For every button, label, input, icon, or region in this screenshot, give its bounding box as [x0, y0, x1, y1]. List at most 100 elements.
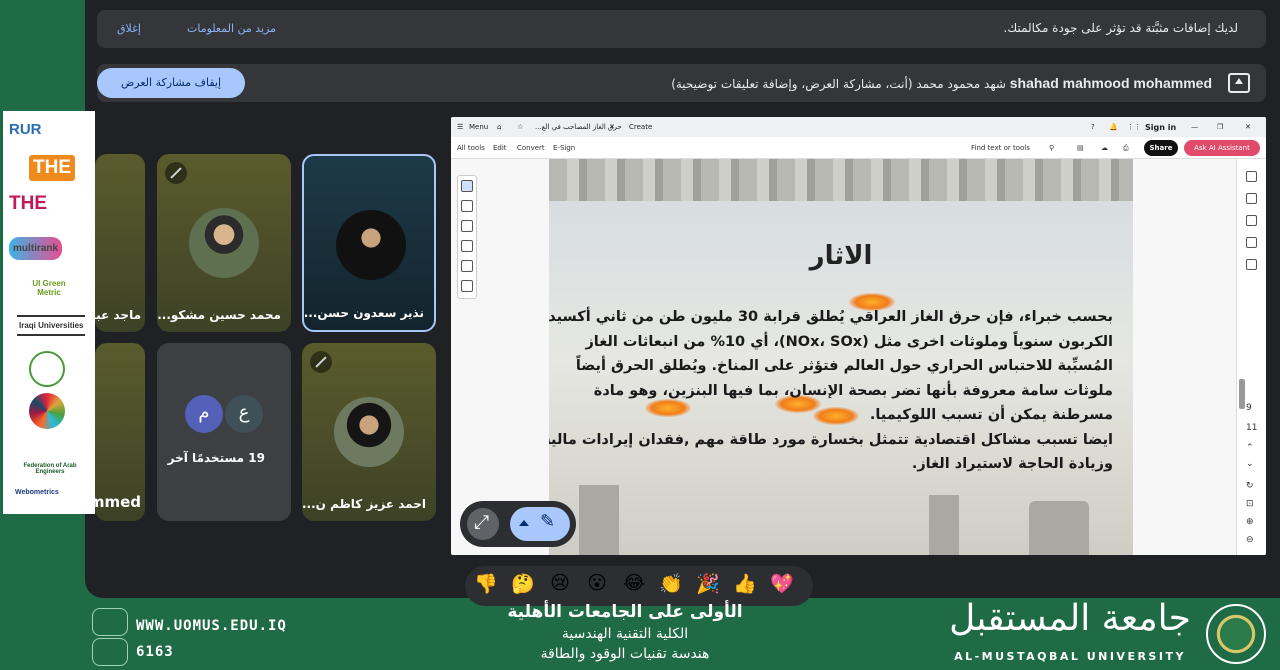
- page-total: 11: [1246, 423, 1258, 433]
- pen-icon[interactable]: [461, 220, 473, 232]
- university-name-english: AL-MUSTAQBAL UNIVERSITY: [954, 650, 1186, 663]
- save-icon[interactable]: ⊡: [1246, 499, 1254, 509]
- expand-icon[interactable]: [467, 508, 499, 540]
- participant-initial-circle: م: [185, 395, 223, 433]
- slide-body-text: بحسب خبراء، فإن حرق الغاز العراقي يُطلق …: [549, 305, 1113, 477]
- slide-line: ملوثات سامة معروفة بأنها تضر بصحة الإنسا…: [593, 382, 1113, 399]
- apps-grid-icon[interactable]: ⋮⋮: [1127, 123, 1141, 131]
- ai-assistant-button[interactable]: Ask AI Assistant: [1184, 140, 1260, 156]
- draw-icon[interactable]: [461, 240, 473, 252]
- select-cursor-icon[interactable]: [461, 180, 473, 192]
- share-button[interactable]: Share: [1144, 140, 1178, 156]
- thumbs-down-reaction[interactable]: 👎: [473, 572, 499, 595]
- participant-name: نذير سعدون حسن...: [303, 306, 424, 320]
- star-icon[interactable]: ☆: [517, 123, 523, 131]
- minimize-icon[interactable]: —: [1191, 123, 1198, 131]
- refresh-icon[interactable]: ↻: [1246, 481, 1254, 491]
- window-close-icon[interactable]: ✕: [1245, 123, 1251, 131]
- arab-engineers-logo: Federation of Arab Engineers: [23, 463, 77, 475]
- webometrics-logo: Webometrics: [15, 489, 59, 496]
- presenting-bar: shahad mahmood mohammed شهد محمود محمد (…: [97, 64, 1266, 102]
- rur-logo: RUR: [9, 121, 42, 138]
- scrollbar-thumb[interactable]: [1239, 379, 1245, 409]
- avatar: [334, 397, 404, 467]
- chevron-up-icon[interactable]: ⌃: [1246, 443, 1254, 453]
- edit-tab[interactable]: Edit: [493, 144, 507, 152]
- meet-window: لديك إضافات مثبَّتة قد تؤثر على جودة مكا…: [85, 0, 1280, 606]
- presenter-info: shahad mahmood mohammed شهد محمود محمد (…: [671, 75, 1212, 91]
- website-text: WWW.UOMUS.EDU.IQ: [136, 618, 287, 634]
- department-name: هندسة تقنيات الوقود والطاقة: [540, 646, 710, 662]
- shared-screen: ☰ Menu ⌂ ☆ حرق الغاز المصاحب في الع... ✕…: [451, 117, 1266, 555]
- university-footer: WWW.UOMUS.EDU.IQ 6163 الأولى على الجامعا…: [0, 598, 1280, 670]
- all-tools-tab[interactable]: All tools: [457, 144, 485, 152]
- zoom-out-icon[interactable]: ⊖: [1246, 535, 1254, 545]
- crying-reaction[interactable]: 😢: [547, 572, 573, 594]
- party-reaction[interactable]: 🎉: [695, 572, 721, 595]
- help-icon[interactable]: ?: [1091, 123, 1095, 131]
- bell-icon[interactable]: 🔔: [1109, 123, 1118, 131]
- slide: الاثار بحسب خبراء، فإن حرق الغاز العراقي…: [549, 159, 1133, 555]
- participant-tile-majed[interactable]: ماجد عبـ: [95, 154, 145, 332]
- caret-up-icon: [519, 520, 529, 526]
- phone-icon: [92, 638, 128, 666]
- laughing-reaction[interactable]: 😂: [621, 572, 647, 594]
- clap-reaction[interactable]: 👏: [658, 572, 684, 595]
- avatar: [336, 210, 406, 280]
- rankings-logo-strip: RUR THE THE multirank UI Green Metric Ir…: [3, 111, 95, 514]
- close-link[interactable]: إغلاق: [117, 22, 141, 35]
- create-button[interactable]: Create: [629, 123, 652, 131]
- heart-reaction[interactable]: 💖: [769, 572, 795, 595]
- multirank-logo: multirank: [9, 237, 63, 260]
- home-icon[interactable]: ⌂: [497, 123, 501, 131]
- protect-icon[interactable]: [1246, 259, 1257, 270]
- participant-tile-ahmed[interactable]: احمد عزيز كاظم ن...: [302, 343, 436, 521]
- participant-tile-partial[interactable]: mmed: [95, 343, 145, 521]
- menu-label[interactable]: Menu: [469, 123, 488, 131]
- text-box-icon[interactable]: [461, 260, 473, 272]
- other-participants-tile[interactable]: ع م 19 مستخدمًا آخر: [157, 343, 291, 521]
- surprised-reaction[interactable]: 😮: [584, 572, 610, 594]
- printer-icon[interactable]: ⎙: [1123, 144, 1129, 153]
- chevron-down-icon[interactable]: ⌄: [1246, 459, 1254, 469]
- iraqi-universities-logo: Iraqi Universities: [17, 315, 86, 336]
- esign-tab[interactable]: E-Sign: [553, 144, 575, 152]
- thumbs-up-reaction[interactable]: 👍: [732, 572, 758, 595]
- maximize-icon[interactable]: ❐: [1217, 123, 1223, 131]
- thinking-reaction[interactable]: 🤔: [510, 572, 536, 595]
- hamburger-menu-icon[interactable]: ☰: [457, 123, 463, 131]
- refinery-tank: [1029, 501, 1089, 555]
- convert-tab[interactable]: Convert: [517, 144, 545, 152]
- slide-line: ايضا تسبب مشاكل اقتصادية تتمثل بخسارة مو…: [549, 431, 1113, 448]
- zoom-icon[interactable]: [461, 200, 473, 212]
- slide-line: مسرطنة يمكن أن تسبب اللوكيميا.: [869, 407, 1113, 423]
- stamp-icon[interactable]: [461, 280, 473, 292]
- find-tools-input[interactable]: Find text or tools: [971, 144, 1030, 152]
- pdf-right-rail: 9 11 ⌃ ⌄ ↻ ⊡ ⊕ ⊖: [1236, 159, 1266, 555]
- present-screen-icon: [1228, 73, 1250, 93]
- participant-name: mmed: [95, 493, 141, 511]
- print-icon[interactable]: ▤: [1077, 144, 1084, 152]
- slide-header-image: [549, 159, 1133, 201]
- cloud-upload-icon[interactable]: ☁: [1101, 144, 1108, 152]
- tab-close-icon[interactable]: ✕: [609, 123, 615, 131]
- zoom-in-icon[interactable]: ⊕: [1246, 517, 1254, 527]
- copy-icon[interactable]: [1246, 237, 1257, 248]
- warning-text: لديك إضافات مثبَّتة قد تؤثر على جودة مكا…: [1003, 21, 1238, 35]
- stop-presenting-button[interactable]: إيقاف مشاركة العرض: [97, 68, 245, 98]
- tag-icon[interactable]: ⚲: [1049, 144, 1054, 152]
- participant-name: محمد حسين مشكو...: [157, 308, 281, 322]
- edit-icon[interactable]: [1246, 193, 1257, 204]
- more-info-link[interactable]: مزيد من المعلومات: [187, 22, 276, 35]
- sign-in-button[interactable]: Sign in: [1145, 123, 1176, 132]
- slide-line: الكربون سنوياً وملوثات اخرى مثل (NOx، SO…: [585, 333, 1113, 350]
- participant-tile-mohammed[interactable]: محمد حسين مشكو...: [157, 154, 291, 332]
- slide-line: وزيادة الحاجة لاستيراد الغاز.: [911, 456, 1113, 472]
- annotation-pen-button[interactable]: ✎: [510, 507, 570, 541]
- avatar: [189, 208, 259, 278]
- slide-line: بحسب خبراء، فإن حرق الغاز العراقي يُطلق …: [549, 309, 1113, 325]
- participant-tile-nazir[interactable]: نذير سعدون حسن...: [302, 154, 436, 332]
- annotation-tool-panel: [457, 175, 477, 299]
- comment-icon[interactable]: [1246, 171, 1257, 182]
- thumbnails-icon[interactable]: [1246, 215, 1257, 226]
